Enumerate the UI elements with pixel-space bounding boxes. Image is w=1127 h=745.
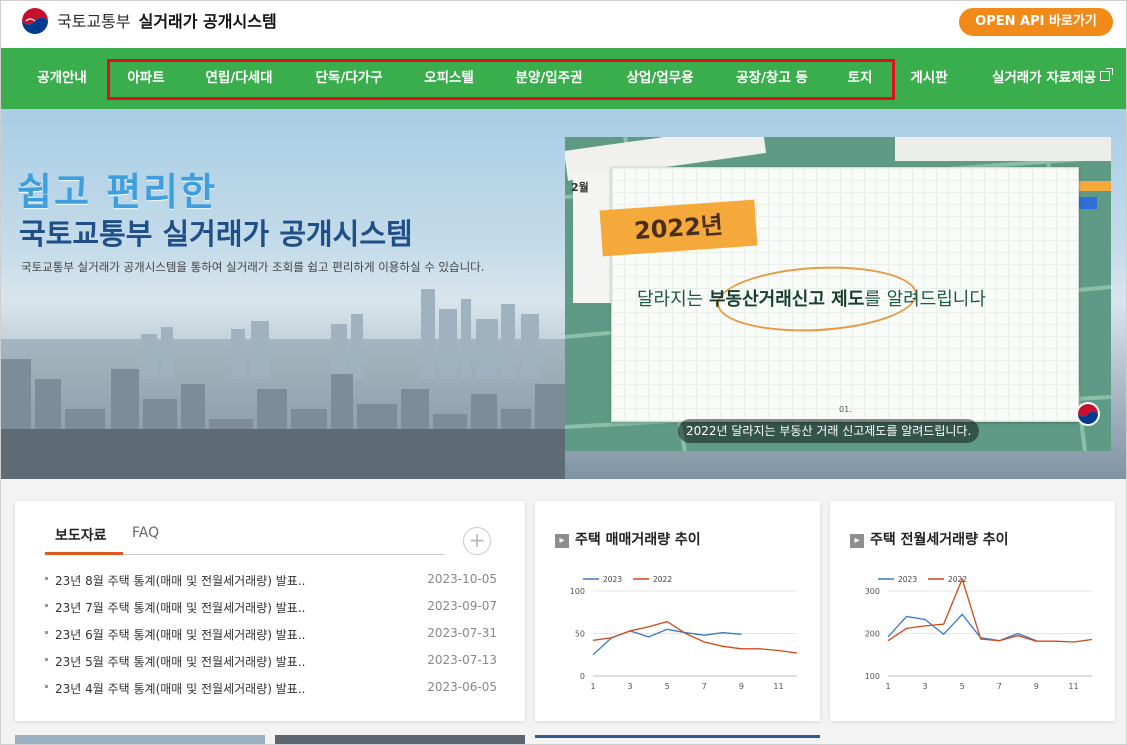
x-tick-label: 7 [702,682,707,691]
site-header: 국토교통부 실거래가 공개시스템 OPEN API 바로가기 [1,1,1126,48]
series-line-2022 [592,620,798,654]
government-emblem-logo[interactable] [19,5,51,37]
legend-label: 2023 [898,575,917,584]
y-tick-label: 50 [575,630,585,639]
legend-label: 2022 [653,575,672,584]
chart-title-text: 주택 전월세거래량 추이 [870,532,1009,548]
y-tick-label: 0 [580,672,585,681]
list-item[interactable]: 23년 7월 주택 통계(매매 및 전월세거래량) 발표.. 2023-09-0… [45,597,497,617]
nav-highlight-box [107,59,895,100]
nav-item-disclosure-guide[interactable]: 공개안내 [37,48,87,109]
slide-heading-pre: 달라지는 [637,289,709,310]
x-tick-label: 11 [1068,682,1078,691]
x-tick-label: 1 [590,682,595,691]
sales-volume-chart: 0 50 100 1 3 5 7 9 11 2023 2022 [570,575,798,691]
site-title[interactable]: 국토교통부 실거래가 공개시스템 [57,8,277,32]
bullet-icon [45,604,48,607]
slide-heading: 달라지는 부동산거래신고 제도를 알려드립니다 [637,285,986,311]
news-panel: 보도자료 FAQ + 23년 8월 주택 통계(매매 및 전월세거래량) 발표.… [15,501,525,721]
x-tick-label: 5 [665,682,670,691]
tab-press-release[interactable]: 보도자료 [55,525,107,545]
chevron-right-icon: ▸ [850,534,864,548]
open-api-button[interactable]: OPEN API 바로가기 [959,8,1113,36]
main-nav: 공개안내 아파트 연립/다세대 단독/다가구 오피스텔 분양/입주권 상업/업무… [1,48,1126,109]
rent-volume-chart-panel: ▸ 주택 전월세거래량 추이 100 200 300 1 3 5 7 9 11 2023 2022 [830,501,1115,721]
bullet-icon [45,577,48,580]
slide-page-number: 01. [839,405,852,414]
bottom-thumbnail-1[interactable] [15,735,265,744]
news-title: 23년 6월 주택 통계(매매 및 전월세거래량) 발표.. [55,628,306,642]
nav-item-data-provision-label: 실거래가 자료제공 [991,70,1097,86]
y-tick-label: 100 [865,672,880,681]
chart-title[interactable]: ▸ 주택 전월세거래량 추이 [850,529,1009,549]
legend-label: 2022 [948,575,967,584]
list-item[interactable]: 23년 6월 주택 통계(매매 및 전월세거래량) 발표.. 2023-07-3… [45,624,497,644]
news-date: 2023-09-07 [427,599,497,613]
news-date: 2023-07-31 [427,626,497,640]
bottom-thumbnail-2[interactable] [275,735,525,744]
hero-banner: 쉽고 편리한 국토교통부 실거래가 공개시스템 국토교통부 실거래가 공개시스템… [1,109,1126,479]
series-line-2022 [887,577,1093,643]
slide-caption: 2022년 달라지는 부동산 거래 신고제도를 알려드립니다. [678,419,980,443]
x-tick-label: 9 [1034,682,1039,691]
nav-item-board[interactable]: 게시판 [910,48,947,109]
bullet-icon [45,631,48,634]
y-tick-label: 100 [570,587,585,596]
rent-volume-chart: 100 200 300 1 3 5 7 9 11 2023 2022 [865,575,1093,691]
x-tick-label: 11 [773,682,783,691]
ministry-name: 국토교통부 [57,12,131,31]
bullet-icon [45,658,48,661]
x-tick-label: 3 [628,682,633,691]
chart-title[interactable]: ▸ 주택 매매거래량 추이 [555,529,701,549]
list-item[interactable]: 23년 5월 주택 통계(매매 및 전월세거래량) 발표.. 2023-07-1… [45,651,497,671]
system-title: 실거래가 공개시스템 [138,12,277,31]
news-date: 2023-07-13 [427,653,497,667]
legend-label: 2023 [603,575,622,584]
x-tick-label: 3 [923,682,928,691]
notice-slide[interactable]: 2월 2022년 달라지는 부동산거래신고 제도를 알려드립니다 01. 202… [565,137,1111,451]
x-tick-label: 1 [885,682,890,691]
slide-heading-bold: 부동산거래신고 제도 [708,289,865,310]
news-title: 23년 7월 주택 통계(매매 및 전월세거래량) 발표.. [55,601,306,615]
chevron-right-icon: ▸ [555,534,569,548]
sales-volume-chart-panel: ▸ 주택 매매거래량 추이 0 50 100 1 3 5 7 9 11 2023 2022 [535,501,820,721]
slide-heading-post: 를 알려드립니다 [864,289,986,310]
x-tick-label: 7 [997,682,1002,691]
y-tick-label: 200 [865,630,880,639]
hero-headline: 쉽고 편리한 [17,170,218,214]
bottom-bar [535,735,820,738]
list-item[interactable]: 23년 8월 주택 통계(매매 및 전월세거래량) 발표.. 2023-10-0… [45,570,497,590]
list-item[interactable]: 23년 4월 주택 통계(매매 및 전월세거래량) 발표.. 2023-06-0… [45,678,497,698]
y-tick-label: 300 [865,587,880,596]
news-title: 23년 4월 주택 통계(매매 및 전월세거래량) 발표.. [55,682,306,696]
more-button[interactable]: + [463,527,491,555]
government-emblem-icon [1076,402,1100,426]
news-title: 23년 8월 주택 통계(매매 및 전월세거래량) 발표.. [55,574,306,588]
hero-title: 국토교통부 실거래가 공개시스템 [19,217,413,251]
tab-faq[interactable]: FAQ [132,525,159,541]
news-date: 2023-06-05 [427,680,497,694]
chart-title-text: 주택 매매거래량 추이 [575,532,701,548]
x-tick-label: 9 [739,682,744,691]
x-tick-label: 5 [960,682,965,691]
active-tab-underline [45,552,123,555]
page-frame: 국토교통부 실거래가 공개시스템 OPEN API 바로가기 공개안내 아파트 연… [0,0,1127,745]
bullet-icon [45,685,48,688]
nav-item-data-provision[interactable]: 실거래가 자료제공 [991,48,1114,109]
hero-subtitle: 국토교통부 실거래가 공개시스템을 통하여 실거래가 조회를 쉽고 편리하게 이… [21,260,485,274]
news-date: 2023-10-05 [427,572,497,586]
news-title: 23년 5월 주택 통계(매매 및 전월세거래량) 발표.. [55,655,306,669]
news-tabs: 보도자료 FAQ [45,519,445,555]
month-tag: 2월 [571,181,589,194]
external-link-icon [1100,68,1114,81]
